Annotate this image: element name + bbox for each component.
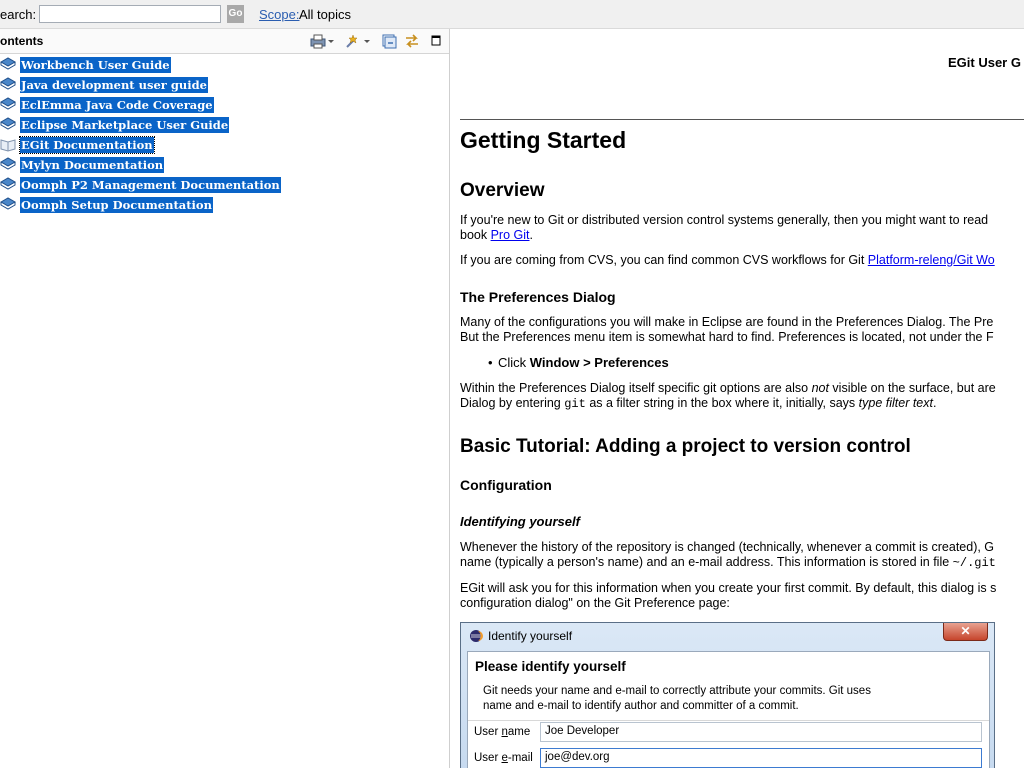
toc-item-label: Mylyn Documentation: [20, 157, 165, 173]
maximize-icon[interactable]: [430, 33, 442, 49]
user-email-field: joe@dev.org: [540, 748, 982, 768]
close-icon: ✕: [943, 623, 988, 641]
toc-item-label: Java development user guide: [20, 77, 208, 93]
dialog-separator: [468, 720, 989, 721]
identify-yourself-dialog-image: Identify yourself ✕ Please identify your…: [460, 622, 995, 768]
preferences-paragraph-1: Many of the configurations you will make…: [460, 315, 994, 344]
toc-item-label: Oomph P2 Management Documentation: [20, 177, 281, 193]
document-header: EGit User G: [948, 55, 1021, 70]
dialog-title: Identify yourself: [488, 629, 573, 643]
book-icon: [0, 97, 16, 110]
book-icon: [0, 57, 16, 70]
toc-item-label: Eclipse Marketplace User Guide: [20, 117, 230, 133]
preferences-heading: The Preferences Dialog: [460, 289, 616, 305]
eclipse-icon: [470, 630, 483, 642]
preferences-bullet: • Click Window > Preferences: [488, 355, 669, 370]
toc-item-label: EclEmma Java Code Coverage: [20, 97, 214, 113]
toc-item-label: Workbench User Guide: [20, 57, 171, 73]
open-book-icon: [0, 139, 16, 152]
book-icon: [0, 157, 16, 170]
link-with-contents-icon[interactable]: [403, 33, 421, 49]
user-name-field: Joe Developer: [540, 722, 982, 742]
overview-paragraph-2: If you are coming from CVS, you can find…: [460, 253, 995, 267]
dialog-heading: Please identify yourself: [475, 659, 626, 674]
search-bar: earch: Go Scope: All topics: [0, 0, 1024, 29]
go-button[interactable]: Go: [227, 5, 244, 23]
pro-git-link[interactable]: Pro Git: [491, 228, 530, 242]
user-email-label: User e-mail: [474, 752, 533, 764]
book-icon: [0, 117, 16, 130]
search-input[interactable]: [39, 5, 221, 23]
synchronize-icon[interactable]: [345, 33, 371, 49]
identify-paragraph-2: EGit will ask you for this information w…: [460, 581, 997, 610]
scope-value: All topics: [299, 7, 352, 22]
book-icon: [0, 77, 16, 90]
book-icon: [0, 177, 16, 190]
overview-heading: Overview: [460, 180, 545, 201]
tutorial-heading: Basic Tutorial: Adding a project to vers…: [460, 436, 911, 457]
toc-item-label: Oomph Setup Documentation: [20, 197, 213, 213]
user-name-label: User name: [474, 726, 531, 738]
contents-title: ontents: [0, 34, 44, 48]
print-icon[interactable]: [309, 33, 335, 49]
platform-releng-link[interactable]: Platform-releng/Git Wo: [868, 253, 995, 267]
dialog-body: Please identify yourself Git needs your …: [467, 651, 990, 768]
preferences-paragraph-2: Within the Preferences Dialog itself spe…: [460, 381, 996, 411]
collapse-all-icon[interactable]: [381, 33, 397, 49]
contents-header: ontents: [0, 29, 449, 54]
overview-paragraph-1: If you're new to Git or distributed vers…: [460, 213, 989, 242]
page-title: Getting Started: [460, 127, 627, 153]
document-view: EGit User G Getting Started Overview If …: [450, 29, 1024, 768]
configuration-heading: Configuration: [460, 477, 552, 493]
header-rule: [460, 119, 1024, 120]
contents-panel: ontents Workbench User Guide Java develo…: [0, 29, 450, 768]
identifying-yourself-heading: Identifying yourself: [460, 514, 580, 529]
dialog-description: Git needs your name and e-mail to correc…: [483, 685, 871, 712]
book-icon: [0, 197, 16, 210]
search-label: earch:: [0, 7, 37, 22]
identify-paragraph-1: Whenever the history of the repository i…: [460, 540, 996, 570]
toc-item-label: EGit Documentation: [19, 136, 155, 154]
scope-link[interactable]: Scope:: [259, 7, 299, 22]
